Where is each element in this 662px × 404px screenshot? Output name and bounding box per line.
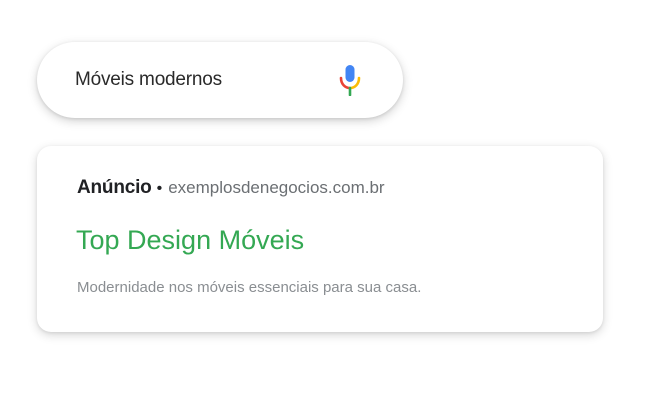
separator-dot: • <box>156 180 163 197</box>
page: Móveis modernos Anúncio • exemplosdenego… <box>0 0 662 404</box>
ad-title-link[interactable]: Top Design Móveis <box>76 225 304 256</box>
microphone-icon[interactable] <box>337 63 363 97</box>
ad-display-url[interactable]: exemplosdenegocios.com.br <box>168 178 384 198</box>
search-bar[interactable]: Móveis modernos <box>37 42 403 118</box>
search-input[interactable]: Móveis modernos <box>75 69 337 91</box>
ad-label: Anúncio <box>77 177 152 198</box>
ad-header: Anúncio • exemplosdenegocios.com.br <box>77 177 385 199</box>
ad-result-card[interactable]: Anúncio • exemplosdenegocios.com.br Top … <box>37 146 603 332</box>
ad-description: Modernidade nos móveis essenciais para s… <box>77 279 422 296</box>
